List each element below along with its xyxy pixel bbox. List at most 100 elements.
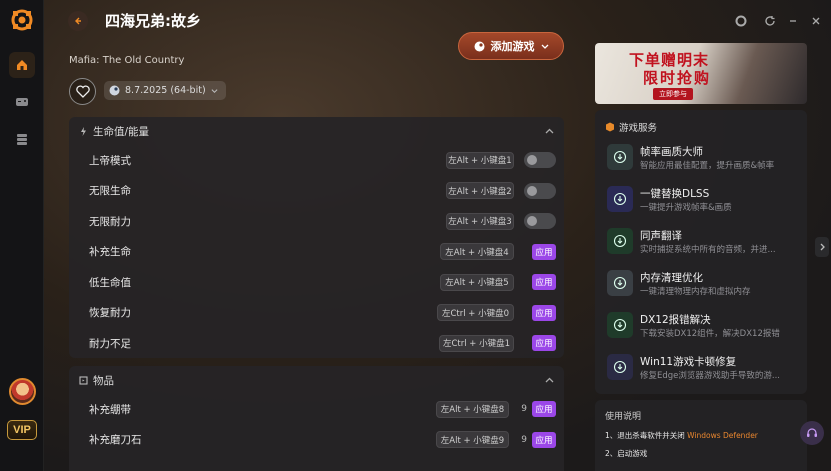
hotkey-badge[interactable]: 左Alt + 小键盘5 xyxy=(440,273,514,291)
toggle-switch[interactable] xyxy=(524,182,556,199)
service-title: 同声翻译 xyxy=(640,230,682,242)
download-icon xyxy=(607,312,633,338)
game-subtitle: Mafia: The Old Country xyxy=(69,55,185,66)
chevron-up-icon xyxy=(545,128,554,133)
vip-badge[interactable]: VIP xyxy=(7,420,37,440)
support-button[interactable] xyxy=(800,421,824,445)
steam-icon xyxy=(474,41,484,51)
add-game-label: 添加游戏 xyxy=(490,40,535,53)
usage-step-2: 2、启动游戏 xyxy=(605,449,648,458)
chevron-down-icon xyxy=(541,44,548,49)
hotkey-badge[interactable]: 左Alt + 小键盘3 xyxy=(446,212,514,230)
section-title: 生命值/能量 xyxy=(93,125,150,138)
hotkey-badge[interactable]: 左Ctrl + 小键盘0 xyxy=(437,304,514,322)
cheat-row: 无限生命 左Alt + 小键盘2 xyxy=(69,176,564,207)
service-desc: 一键提升游戏帧率&画质 xyxy=(640,203,732,213)
apply-button[interactable]: 应用 xyxy=(532,335,556,352)
service-desc: 一键清理物理内存和虚拟内存 xyxy=(640,287,751,297)
gamepad-icon xyxy=(16,98,28,106)
service-desc: 智能应用最佳配置，提升画质&帧率 xyxy=(640,161,775,171)
download-icon xyxy=(607,270,633,296)
hotkey-badge[interactable]: 左Alt + 小键盘8 xyxy=(436,400,509,418)
cheat-row: 无限耐力 左Alt + 小键盘3 xyxy=(69,206,564,237)
section-header[interactable]: 物品 xyxy=(69,366,564,394)
banner-button[interactable]: 立即参与 xyxy=(653,88,693,100)
add-game-button[interactable]: 添加游戏 xyxy=(458,32,564,60)
toggle-switch[interactable] xyxy=(524,152,556,169)
service-desc: 修复Edge浏览器游戏助手导致的游... xyxy=(640,371,780,381)
service-desc: 下载安装DX12组件，解决DX12报错 xyxy=(640,329,780,339)
hotkey-badge[interactable]: 左Alt + 小键盘4 xyxy=(440,243,514,261)
download-icon xyxy=(607,228,633,254)
section-header[interactable]: 生命值/能量 xyxy=(69,117,564,145)
service-item[interactable]: 同声翻译 实时捕捉系统中所有的音频，并进... xyxy=(607,224,802,258)
bolt-icon xyxy=(81,126,86,136)
usage-step-1: 1、退出杀毒软件并关闭 Windows Defender xyxy=(605,430,758,441)
expand-panel-button[interactable] xyxy=(815,237,829,257)
apply-button[interactable]: 应用 xyxy=(532,431,556,448)
cube-icon xyxy=(606,122,614,132)
services-title: 游戏服务 xyxy=(619,123,658,134)
headset-icon xyxy=(807,428,817,437)
service-item[interactable]: DX12报错解决 下载安装DX12组件，解决DX12报错 xyxy=(607,308,802,342)
usage-title: 使用说明 xyxy=(605,412,642,422)
download-icon xyxy=(607,186,633,212)
close-button[interactable] xyxy=(808,13,824,29)
favorite-button[interactable] xyxy=(69,78,96,105)
service-title: 内存清理优化 xyxy=(640,272,703,284)
database-icon xyxy=(17,134,27,145)
avatar[interactable] xyxy=(9,378,36,405)
chevron-right-icon xyxy=(820,243,825,251)
apply-button[interactable]: 应用 xyxy=(532,304,556,321)
arrow-left-icon xyxy=(75,17,81,25)
apply-button[interactable]: 应用 xyxy=(532,274,556,291)
cheat-label: 上帝模式 xyxy=(89,154,131,167)
sidebar-item-home[interactable] xyxy=(9,52,35,78)
hotkey-badge[interactable]: 左Alt + 小键盘9 xyxy=(436,431,509,449)
sidebar-item-storage[interactable] xyxy=(9,126,35,152)
cheat-label: 无限生命 xyxy=(89,185,131,198)
close-icon xyxy=(812,17,820,25)
back-button[interactable] xyxy=(68,11,88,31)
sidebar-item-games[interactable] xyxy=(9,89,35,115)
download-icon xyxy=(607,354,633,380)
defender-link[interactable]: Windows Defender xyxy=(687,431,758,440)
cheat-label: 补充生命 xyxy=(89,246,131,259)
toggle-switch[interactable] xyxy=(524,213,556,230)
service-title: Win11游戏卡顿修复 xyxy=(640,356,737,368)
apply-button[interactable]: 应用 xyxy=(532,243,556,260)
section-title: 物品 xyxy=(93,374,114,387)
item-count[interactable]: 9 xyxy=(521,404,527,414)
promo-banner[interactable]: 下单赠明末 限时抢购 立即参与 xyxy=(595,43,807,104)
hotkey-badge[interactable]: 左Alt + 小键盘1 xyxy=(446,151,514,169)
hotkey-badge[interactable]: 左Ctrl + 小键盘1 xyxy=(439,334,514,352)
cheat-label: 恢复耐力 xyxy=(89,307,131,320)
cheat-row: 补充生命 左Alt + 小键盘4 应用 xyxy=(69,237,564,268)
cheat-label: 无限耐力 xyxy=(89,215,131,228)
chevron-down-icon xyxy=(211,89,218,93)
version-selector[interactable]: 8.7.2025 (64-bit) xyxy=(104,81,226,100)
item-label: 补充绷带 xyxy=(89,403,131,416)
services-header: 游戏服务 xyxy=(605,120,657,134)
sidebar: VIP xyxy=(0,0,44,471)
hotkey-badge[interactable]: 左Alt + 小键盘2 xyxy=(446,182,514,200)
box-icon xyxy=(79,375,88,385)
steam-icon xyxy=(109,85,120,96)
service-item[interactable]: 帧率画质大师 智能应用最佳配置，提升画质&帧率 xyxy=(607,140,802,174)
item-count[interactable]: 9 xyxy=(521,435,527,445)
items-section: 物品 补充绷带 左Alt + 小键盘8 9 应用 补充磨刀石 左Alt + 小键… xyxy=(69,366,564,471)
apply-button[interactable]: 应用 xyxy=(532,401,556,418)
usage-step-1-text: 1、退出杀毒软件并关闭 xyxy=(605,431,685,440)
health-energy-section: 生命值/能量 上帝模式 左Alt + 小键盘1 无限生命 左Alt + 小键盘2… xyxy=(69,117,564,358)
cheat-row: 上帝模式 左Alt + 小键盘1 xyxy=(69,145,564,176)
service-item[interactable]: Win11游戏卡顿修复 修复Edge浏览器游戏助手导致的游... xyxy=(607,350,802,384)
service-desc: 实时捕捉系统中所有的音频，并进... xyxy=(640,245,776,255)
service-item[interactable]: 内存清理优化 一键清理物理内存和虚拟内存 xyxy=(607,266,802,300)
banner-subtitle: 限时抢购 xyxy=(643,69,712,87)
cheat-row: 恢复耐力 左Ctrl + 小键盘0 应用 xyxy=(69,298,564,329)
cheat-row: 低生命值 左Alt + 小键盘5 应用 xyxy=(69,267,564,298)
service-item[interactable]: 一键替换DLSS 一键提升游戏帧率&画质 xyxy=(607,182,802,216)
heart-icon xyxy=(75,85,90,98)
usage-instructions: 使用说明 1、退出杀毒软件并关闭 Windows Defender 2、启动游戏 xyxy=(595,400,807,471)
right-column: 下单赠明末 限时抢购 立即参与 游戏服务 帧率画质大师 智能应用最佳配置，提升画… xyxy=(595,0,807,471)
